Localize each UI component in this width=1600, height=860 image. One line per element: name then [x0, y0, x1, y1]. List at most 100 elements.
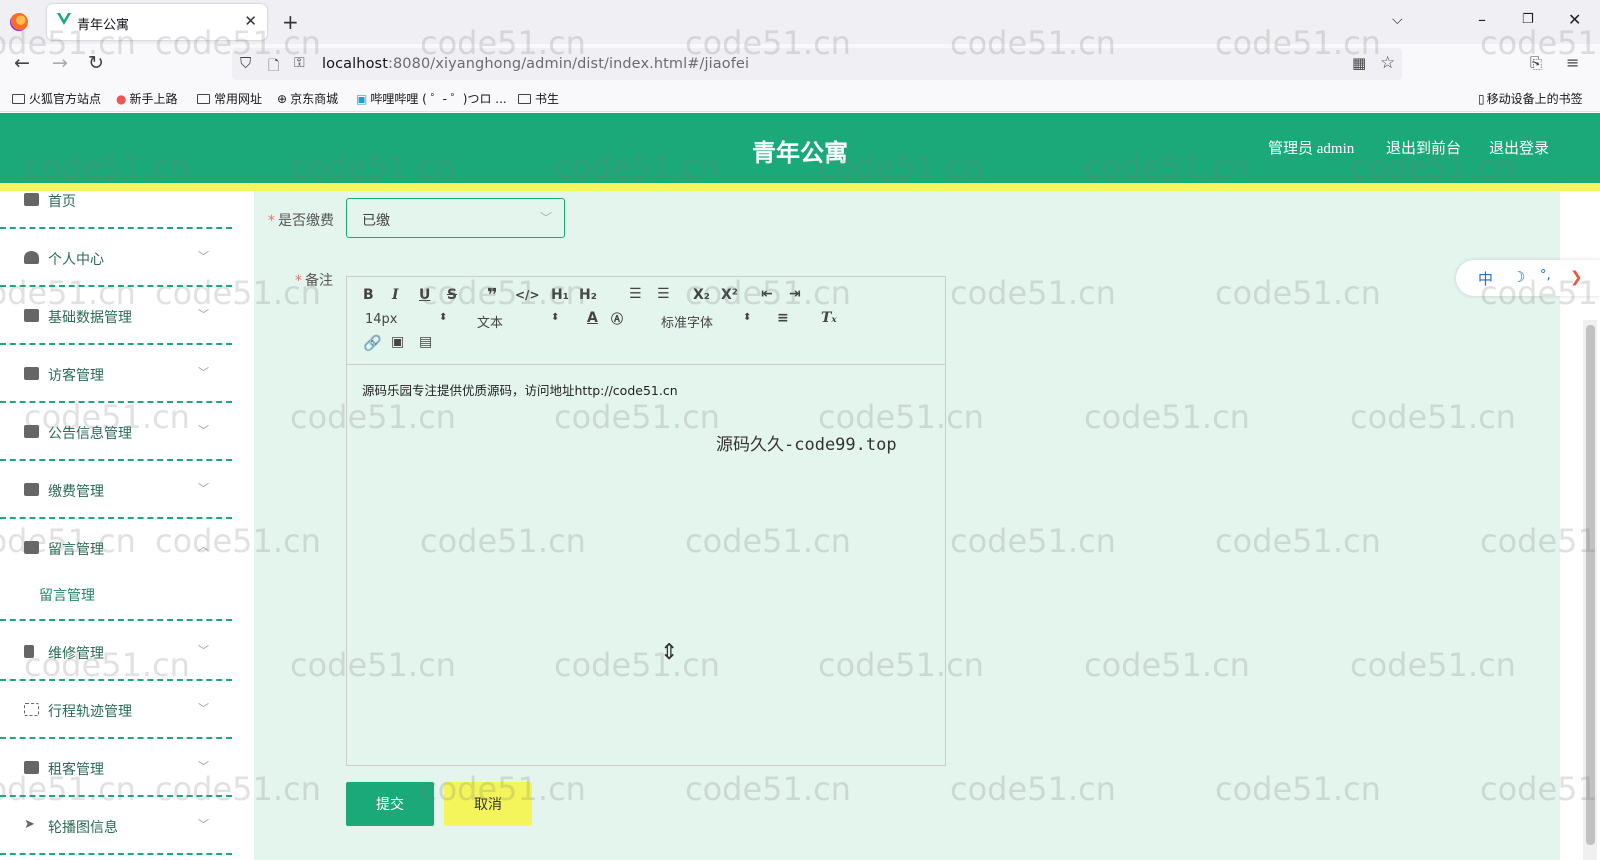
- chevron-down-icon: ﹀: [198, 760, 209, 773]
- back-icon[interactable]: ←: [14, 52, 30, 74]
- code-icon[interactable]: </>: [515, 288, 540, 302]
- page-icon[interactable]: 🗋: [268, 55, 279, 79]
- bookmark-item[interactable]: ● 新手上路: [116, 90, 178, 107]
- sidebar-item-label: 公告信息管理: [48, 426, 132, 442]
- strikethrough-icon[interactable]: S: [447, 287, 457, 303]
- blockquote-icon[interactable]: ❞: [487, 285, 498, 306]
- font-family-select[interactable]: 标准字体: [661, 312, 713, 331]
- sidebar-item-basic-data[interactable]: 基础数据管理 ﹀: [0, 287, 232, 345]
- close-window-icon[interactable]: ✕: [1568, 10, 1581, 29]
- paid-select-value: 已缴: [362, 213, 390, 229]
- bookmark-item[interactable]: 火狐官方站点: [12, 90, 101, 107]
- remark-label: * 备注: [295, 273, 333, 289]
- background-color-icon[interactable]: Ⓐ: [611, 310, 623, 327]
- image-icon[interactable]: ▣: [391, 334, 404, 350]
- cancel-button[interactable]: 取消: [444, 782, 532, 826]
- sidebar-item-profile[interactable]: 个人中心 ﹀: [0, 229, 232, 287]
- qr-code-icon[interactable]: ▦: [1352, 54, 1366, 72]
- admin-label: 管理员 admin: [1268, 141, 1355, 157]
- fullscreen-icon: [24, 703, 39, 716]
- chevron-down-icon[interactable]: ⌵: [1392, 12, 1403, 28]
- sidebar-item-label: 首页: [48, 194, 76, 210]
- mobile-bookmarks[interactable]: ▯ 移动设备上的书签: [1478, 90, 1583, 107]
- scrollbar-thumb[interactable]: [1586, 325, 1595, 845]
- superscript-icon[interactable]: X²: [721, 287, 738, 303]
- sidebar-item-tenants[interactable]: 租客管理 ﹀: [0, 739, 232, 797]
- sidebar-item-repairs[interactable]: 维修管理 ﹀: [0, 623, 232, 681]
- link-icon[interactable]: 🔗: [363, 334, 382, 352]
- submit-button[interactable]: 提交: [346, 782, 434, 826]
- sidebar-item-carousel[interactable]: ➤ 轮播图信息 ﹀: [0, 797, 232, 855]
- italic-icon[interactable]: I: [392, 287, 399, 303]
- logout-link[interactable]: 退出登录: [1489, 137, 1549, 158]
- close-tab-icon[interactable]: ✕: [244, 12, 257, 30]
- minimize-icon[interactable]: –: [1478, 10, 1486, 29]
- remark-label-text: 备注: [305, 273, 333, 289]
- ime-toolbar[interactable]: 中 ☽ °, ❯: [1456, 260, 1600, 296]
- bookmark-label: 京东商城: [290, 92, 339, 106]
- url-host: localhost: [322, 56, 388, 72]
- outdent-icon[interactable]: ⇤: [761, 286, 773, 302]
- text-cursor-icon: ⇕: [660, 640, 679, 665]
- bookmark-item[interactable]: ⊕ 京东商城: [277, 90, 338, 107]
- font-size-select[interactable]: 14px: [365, 312, 398, 327]
- indent-icon[interactable]: ⇥: [789, 286, 801, 302]
- heading2-icon[interactable]: H₂: [579, 287, 597, 303]
- reload-icon[interactable]: ↻: [88, 52, 104, 74]
- bookmark-item[interactable]: ▣ 哔哩哔哩 ( ゜- ゜)つロ ...: [356, 90, 507, 107]
- url-text[interactable]: localhost:8080/xiyanghong/admin/dist/ind…: [322, 56, 749, 72]
- chevron-down-icon: ﹀: [198, 702, 209, 715]
- bookmark-label: 移动设备上的书签: [1486, 92, 1583, 106]
- chevron-updown-icon: ⬍: [439, 312, 448, 323]
- star-icon[interactable]: ☆: [1380, 53, 1395, 73]
- forward-icon[interactable]: →: [52, 52, 68, 74]
- paid-select[interactable]: 已缴 ﹀: [346, 198, 565, 238]
- clipboard-icon: [24, 367, 39, 380]
- bookmark-label: 新手上路: [129, 92, 178, 106]
- ime-language[interactable]: 中: [1478, 268, 1493, 289]
- rich-text-editor[interactable]: B I U S ❞ </> H₁ H₂ ☰ ☰ X₂ X² ⇤ ⇥ 14px ⬍…: [346, 276, 946, 766]
- sidebar-item-notices[interactable]: 公告信息管理 ﹀: [0, 403, 232, 461]
- clear-format-icon[interactable]: Tₓ: [821, 310, 837, 326]
- folder-icon: [518, 94, 531, 104]
- bookmark-item[interactable]: 书生: [518, 90, 559, 107]
- sidebar-item-payments[interactable]: 缴费管理 ﹀: [0, 461, 232, 519]
- editor-content[interactable]: 源码乐园专注提供优质源码，访问地址http://code51.cn: [362, 380, 678, 399]
- sidebar-item-label: 留言管理: [48, 542, 104, 558]
- sidebar-item-trips[interactable]: 行程轨迹管理 ﹀: [0, 681, 232, 739]
- restore-icon[interactable]: ❐: [1522, 12, 1534, 27]
- chevron-right-icon[interactable]: ❯: [1570, 268, 1583, 286]
- exit-to-front-link[interactable]: 退出到前台: [1386, 137, 1461, 158]
- sidebar: 首页 个人中心 ﹀ 基础数据管理 ﹀ 访客管理 ﹀ 公告信息管理 ﹀ 缴费管理 …: [0, 191, 232, 860]
- chevron-down-icon: ﹀: [198, 250, 209, 263]
- sidebar-item-home[interactable]: 首页: [0, 171, 232, 229]
- vue-icon: [57, 13, 71, 25]
- bullet-list-icon[interactable]: ☰: [657, 286, 670, 302]
- moon-icon[interactable]: ☽: [1512, 268, 1525, 286]
- text-style-select[interactable]: 文本: [477, 312, 503, 331]
- shield-icon[interactable]: ⛉: [240, 54, 251, 72]
- chevron-down-icon: ﹀: [198, 818, 209, 831]
- video-icon[interactable]: ▤: [419, 334, 432, 350]
- bold-icon[interactable]: B: [363, 287, 374, 303]
- sidebar-item-label: 基础数据管理: [48, 310, 132, 326]
- ordered-list-icon[interactable]: ☰: [629, 286, 642, 302]
- new-tab-icon[interactable]: +: [282, 10, 299, 34]
- sidebar-subitem-messages[interactable]: 留言管理: [0, 569, 232, 621]
- subscript-icon[interactable]: X₂: [693, 287, 710, 303]
- menu-icon[interactable]: ≡: [1566, 53, 1579, 72]
- heading1-icon[interactable]: H₁: [551, 287, 569, 303]
- sidebar-item-visitors[interactable]: 访客管理 ﹀: [0, 345, 232, 403]
- punctuation-icon[interactable]: °,: [1540, 268, 1551, 283]
- bookmark-item[interactable]: 常用网址: [197, 90, 262, 107]
- key-icon[interactable]: ⚿: [294, 55, 305, 71]
- bookmarks-bar: 火狐官方站点 ● 新手上路 常用网址 ⊕ 京东商城 ▣ 哔哩哔哩 ( ゜- ゜)つロ …: [0, 84, 1600, 112]
- browser-tab[interactable]: 青年公寓 ✕: [47, 4, 267, 40]
- sidebar-item-label: 轮播图信息: [48, 820, 118, 836]
- font-color-icon[interactable]: A: [587, 310, 598, 326]
- firefox-icon: ●: [116, 92, 127, 106]
- align-icon[interactable]: ≡: [777, 310, 789, 326]
- watermark-secondary: 源码久久-code99.top: [716, 435, 897, 455]
- underline-icon[interactable]: U: [419, 287, 430, 303]
- extensions-icon[interactable]: ⎘: [1530, 54, 1542, 72]
